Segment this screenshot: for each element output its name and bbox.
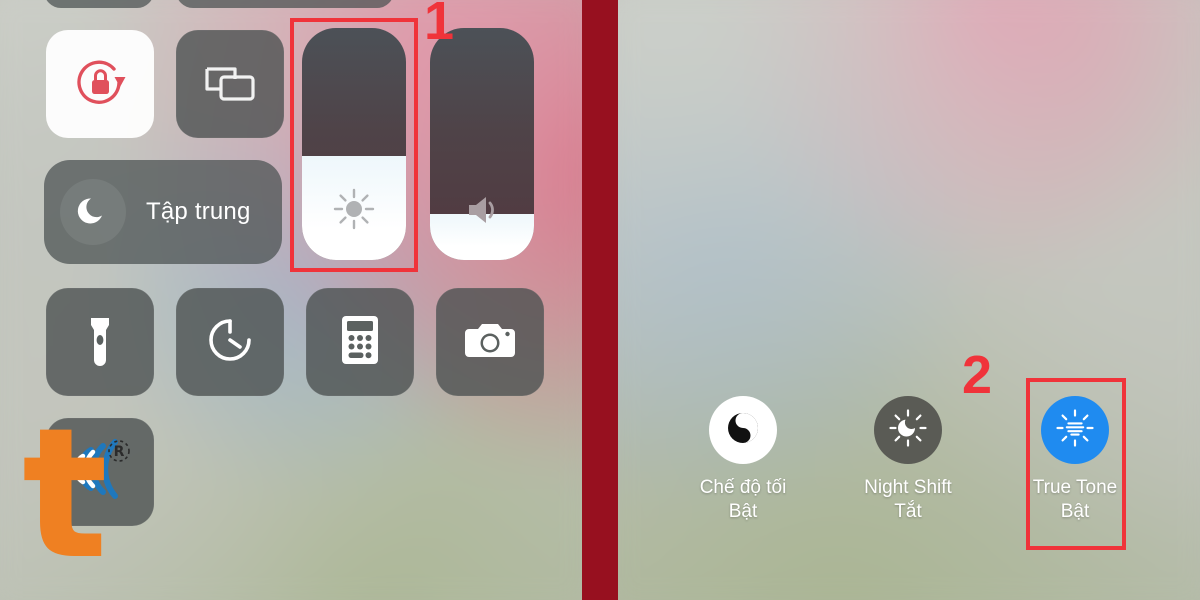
true-tone-label: True Tone xyxy=(1032,477,1118,498)
screen-mirroring-icon xyxy=(201,57,259,112)
flashlight-tile[interactable] xyxy=(46,288,154,396)
night-shift-icon xyxy=(887,407,929,454)
step-marker-2: 2 xyxy=(962,345,993,405)
volume-slider[interactable] xyxy=(430,28,534,260)
true-tone-state: Bật xyxy=(1060,501,1090,522)
calculator-icon xyxy=(340,314,380,371)
true-tone-icon xyxy=(1054,407,1096,454)
true-tone-toggle[interactable]: True Tone Bật xyxy=(1000,396,1150,524)
tile-partial-top-left[interactable] xyxy=(44,0,154,8)
night-shift-icon-circle xyxy=(874,396,942,464)
tile-partial-top-right[interactable] xyxy=(176,0,394,8)
camera-tile[interactable] xyxy=(436,288,544,396)
step-marker-1: 1 xyxy=(424,0,455,51)
watermark-letter: t xyxy=(22,390,109,599)
timer-tile[interactable] xyxy=(176,288,284,396)
control-center-panel: Tập trung R t xyxy=(0,0,582,600)
brightness-sun-icon xyxy=(302,186,406,232)
flashlight-icon xyxy=(77,312,123,373)
night-shift-label: Night Shift xyxy=(864,477,952,498)
rotation-lock-tile[interactable] xyxy=(46,30,154,138)
dark-mode-state: Bật xyxy=(728,501,758,522)
night-shift-toggle[interactable]: Night Shift Tắt xyxy=(833,396,983,524)
screenshot-root: Tập trung R t Chế độ tối Bật Night Shift… xyxy=(0,0,1200,600)
night-shift-state: Tắt xyxy=(894,501,922,522)
crescent-moon-icon xyxy=(74,191,112,234)
panel-divider xyxy=(582,0,618,600)
brightness-slider[interactable] xyxy=(302,28,406,260)
true-tone-icon-circle xyxy=(1041,396,1109,464)
dark-mode-icon-circle xyxy=(709,396,777,464)
focus-mode-tile[interactable]: Tập trung xyxy=(44,160,282,264)
speaker-volume-icon xyxy=(430,190,534,230)
dark-mode-toggle[interactable]: Chế độ tối Bật xyxy=(668,396,818,524)
camera-icon xyxy=(462,317,518,368)
calculator-tile[interactable] xyxy=(306,288,414,396)
brightness-detail-panel: Chế độ tối Bật Night Shift Tắt True Tone… xyxy=(618,0,1200,600)
focus-icon-circle xyxy=(60,179,126,245)
screen-mirroring-tile[interactable] xyxy=(176,30,284,138)
dark-mode-icon xyxy=(723,408,763,453)
rotation-lock-icon xyxy=(69,51,131,118)
dark-mode-label: Chế độ tối xyxy=(699,477,787,498)
brand-watermark: t xyxy=(22,405,142,585)
timer-icon xyxy=(204,314,256,371)
focus-mode-label: Tập trung xyxy=(146,198,251,225)
